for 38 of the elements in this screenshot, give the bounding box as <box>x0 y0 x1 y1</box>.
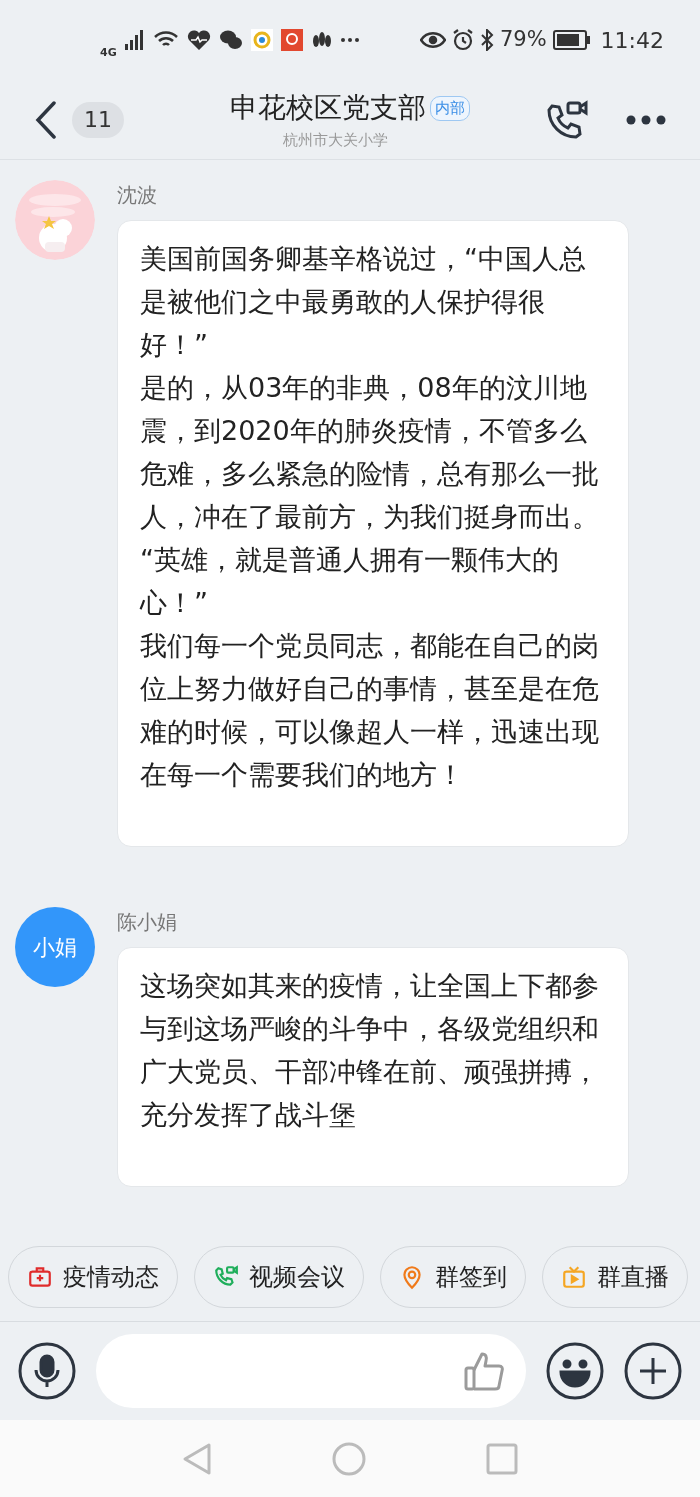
app-icon <box>250 29 273 51</box>
voice-button[interactable] <box>18 1342 76 1400</box>
signal-icon <box>124 30 145 50</box>
back-icon <box>34 100 58 139</box>
bluetooth-icon <box>479 29 494 51</box>
message-text: 我们每一个党员同志，都能在自己的岗位上努力做好自己的事情，甚至是在危难的时候，可以像超人一样，迅速出现在每一个需要我们的地方！ <box>140 629 600 792</box>
clock-time: 11:42 <box>600 26 664 55</box>
back-button[interactable] <box>34 100 58 139</box>
message-text: 这场突如其来的疫情，让全国上下都参与到这场严峻的斗争中，各级党组织和广大党员、干部冲锋在前、顽强拼搏，充分发挥了战斗堡 <box>140 969 600 1132</box>
sender-name: 沈波 <box>117 182 158 209</box>
avatar: 小娟 <box>15 907 95 987</box>
more-icon <box>340 37 359 43</box>
eye-icon <box>419 31 446 49</box>
internal-tag: 内部 <box>430 96 470 121</box>
video-call-button[interactable] <box>546 99 590 140</box>
chat-title: 申花校区党支部 <box>230 90 426 127</box>
unread-count-badge: 11 <box>72 101 124 138</box>
battery-percent: 79% <box>499 26 547 54</box>
battery-icon <box>552 30 591 50</box>
sender-name: 陈小娟 <box>117 909 178 936</box>
emoji-button[interactable] <box>546 1342 604 1400</box>
video-call-icon <box>546 99 590 140</box>
network-label: 4G <box>100 44 117 61</box>
flower-icon <box>310 31 333 49</box>
alarm-icon <box>451 29 474 51</box>
app-icon <box>280 29 303 51</box>
more-icon <box>626 114 666 125</box>
add-button[interactable] <box>624 1342 682 1400</box>
chat-bubbles-icon <box>218 29 243 51</box>
heart-icon <box>186 29 211 51</box>
plus-icon <box>624 1342 682 1400</box>
chat-subtitle: 杭州市大关小学 <box>282 130 388 152</box>
message-text: 是的，从03年的非典，08年的汶川地震，到2020年的肺炎疫情，不管多么危难，多么紧急的险情，总有那么一批人，冲在了最前方，为我们挺身而出。 <box>140 371 600 534</box>
more-button[interactable] <box>626 114 666 125</box>
smiley-icon <box>546 1342 604 1400</box>
message-text: 美国前国务卿基辛格说过，“中国人总是被他们之中最勇敢的人保护得很好！” <box>140 242 587 362</box>
message-text: “英雄，就是普通人拥有一颗伟大的心！” <box>140 543 560 620</box>
microphone-icon <box>18 1342 76 1400</box>
